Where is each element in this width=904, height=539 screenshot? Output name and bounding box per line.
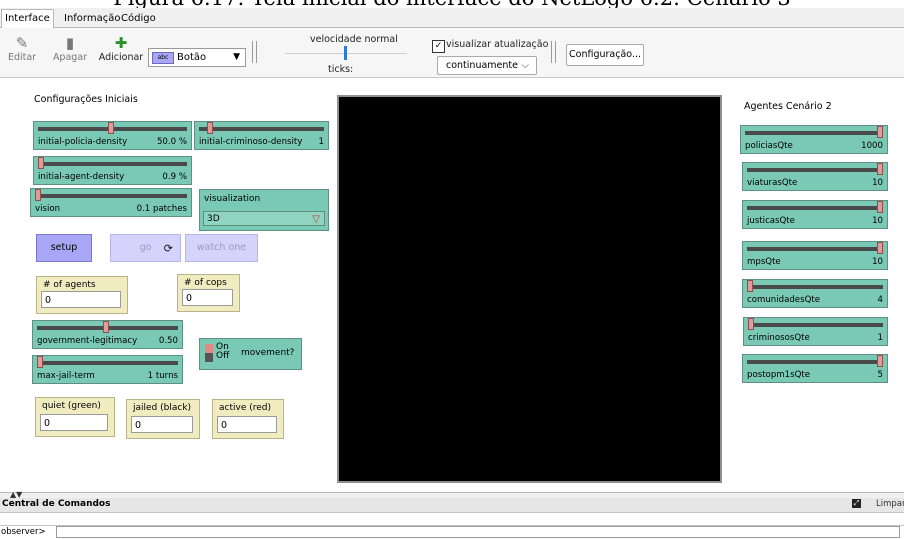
slider-track — [747, 285, 883, 289]
initial-settings-note: Configurações Iniciais — [34, 94, 138, 105]
slider-track — [747, 360, 883, 364]
figure-caption: Figura 6.17: Tela inicial do interface d… — [0, 0, 904, 10]
command-input[interactable] — [56, 526, 900, 538]
toolbar-divider — [252, 41, 257, 63]
slider-thumb[interactable] — [35, 189, 41, 201]
observer-prompt: observer> — [1, 527, 46, 537]
slider-thumb[interactable] — [877, 201, 883, 213]
setup-button[interactable]: setup — [36, 234, 92, 262]
slider-initial-criminoso-density[interactable]: initial-criminoso-density 1 — [194, 121, 329, 150]
slider-max-jail-term[interactable]: max-jail-term 1 turns — [32, 355, 183, 384]
slider-thumb[interactable] — [877, 242, 883, 254]
monitor-active: active (red) 0 — [212, 399, 284, 439]
slider-initial-policia-density[interactable]: initial-policia-density 50.0 % — [33, 121, 192, 150]
slider-track — [37, 361, 178, 365]
command-center: ▲▼ Central de Comandos ⤢ Limpar observer… — [0, 491, 904, 539]
slider-justicas-qte[interactable]: justicasQte 10 — [742, 200, 888, 229]
command-center-header: Central de Comandos ⤢ Limpar — [0, 498, 904, 513]
slider-track — [745, 131, 883, 135]
widget-type-select[interactable]: abc Botão ▼ — [148, 48, 246, 67]
slider-track — [38, 162, 187, 166]
slider-track — [35, 194, 187, 198]
monitor-num-cops: # of cops 0 — [177, 274, 240, 312]
speed-label: velocidade normal — [310, 34, 398, 45]
slider-thumb[interactable] — [877, 355, 883, 367]
slider-vision[interactable]: vision 0.1 patches — [30, 188, 192, 217]
chooser-value[interactable]: 3D ▽ — [203, 211, 325, 226]
slider-viaturas-qte[interactable]: viaturasQte 10 — [742, 162, 888, 191]
speed-slider-thumb[interactable] — [344, 46, 347, 60]
pencil-icon: ✎ — [15, 34, 29, 52]
slider-mps-qte[interactable]: mpsQte 10 — [742, 241, 888, 270]
slider-track — [199, 127, 324, 131]
slider-comunidades-qte[interactable]: comunidadesQte 4 — [742, 279, 888, 308]
switch-toggle[interactable] — [205, 344, 213, 362]
slider-thumb[interactable] — [37, 356, 43, 368]
slider-track — [747, 206, 883, 210]
slider-thumb[interactable] — [747, 280, 753, 292]
monitor-jailed: jailed (black) 0 — [126, 399, 200, 439]
slider-thumb[interactable] — [108, 122, 114, 134]
slider-initial-agent-density[interactable]: initial-agent-density 0.9 % — [33, 156, 192, 185]
monitor-quiet: quiet (green) 0 — [35, 397, 115, 437]
switch-movement[interactable]: On Off movement? — [199, 338, 302, 370]
slider-criminosos-qte[interactable]: criminososQte 1 — [743, 317, 888, 346]
update-mode-select[interactable]: continuamente ⌵ — [437, 56, 537, 75]
tab-codigo[interactable]: Código — [118, 10, 159, 27]
add-button[interactable]: ✚ Adicionar — [98, 34, 144, 63]
slider-track — [747, 247, 883, 251]
slider-thumb[interactable] — [748, 318, 754, 330]
button-widget-icon: abc — [152, 52, 174, 64]
maximize-icon[interactable]: ⤢ — [852, 499, 861, 508]
slider-track — [748, 323, 883, 327]
delete-button[interactable]: ▮ Apagar — [46, 34, 94, 63]
slider-thumb[interactable] — [207, 122, 213, 134]
tab-informacao[interactable]: Informação — [61, 10, 123, 27]
monitor-num-agents: # of agents 0 — [36, 276, 128, 314]
clear-button[interactable]: Limpar — [876, 499, 904, 509]
tab-bar: Interface Informação Código — [0, 8, 904, 29]
trash-icon: ▮ — [65, 34, 75, 52]
slider-thumb[interactable] — [103, 321, 109, 333]
toolbar-divider — [551, 41, 556, 63]
view-updates-checkbox[interactable]: ✓ — [432, 40, 445, 53]
agents-note: Agentes Cenário 2 — [744, 101, 832, 112]
forever-loop-icon: ⟳ — [163, 242, 173, 255]
chooser-visualization[interactable]: visualization 3D ▽ — [199, 189, 329, 231]
ticks-label: ticks: — [328, 64, 354, 75]
dropdown-arrow-icon: ▽ — [312, 214, 320, 225]
slider-thumb[interactable] — [38, 157, 44, 169]
go-button[interactable]: go ⟳ — [110, 234, 181, 262]
toolbar: ✎ Editar ▮ Apagar ✚ Adicionar abc Botão ▼… — [0, 28, 904, 78]
world-view[interactable] — [337, 95, 722, 483]
plus-icon: ✚ — [114, 34, 128, 52]
chevron-down-icon: ⌵ — [521, 60, 529, 71]
slider-thumb[interactable] — [877, 163, 883, 175]
settings-button[interactable]: Configuração... — [566, 44, 644, 66]
tab-interface[interactable]: Interface — [1, 9, 54, 29]
slider-government-legitimacy[interactable]: government-legitimacy 0.50 — [32, 320, 183, 349]
command-output — [0, 513, 904, 526]
command-input-row: observer> — [0, 526, 904, 539]
watch-one-button[interactable]: watch one — [185, 234, 258, 262]
slider-postopm1s-qte[interactable]: postopm1sQte 5 — [742, 354, 888, 383]
interface-panel: Configurações Iniciais initial-policia-d… — [0, 79, 904, 492]
chevron-down-icon: ▼ — [233, 52, 240, 62]
slider-policias-qte[interactable]: policiasQte 1000 — [740, 125, 888, 154]
view-updates-label: visualizar atualização — [446, 39, 549, 50]
slider-thumb[interactable] — [877, 126, 883, 138]
edit-button[interactable]: ✎ Editar — [4, 34, 40, 63]
slider-track — [747, 168, 883, 172]
